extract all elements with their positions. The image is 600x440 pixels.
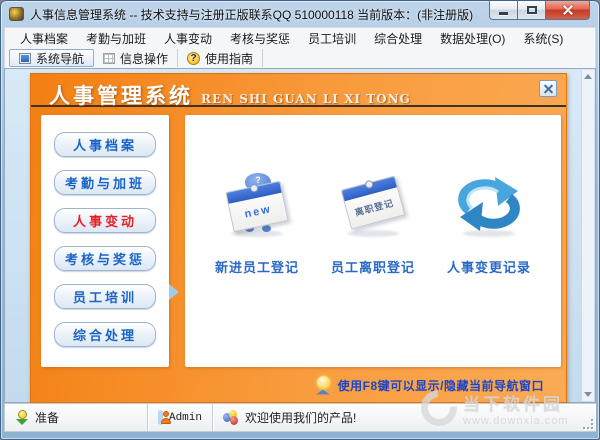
panel-header: 人事管理系统 REN SHI GUAN LI XI TONG [31,74,566,108]
status-user-name: Admin [168,411,202,424]
close-icon [562,4,574,16]
caption-buttons [489,1,590,20]
panel-subtitle: REN SHI GUAN LI XI TONG [201,92,411,106]
active-item-arrow-icon [169,284,179,300]
resignation-icon: 离职登记 [337,173,409,237]
maximize-button[interactable] [518,1,545,20]
change-record-cycle-icon [453,173,525,237]
status-user-section: Admin [148,404,213,431]
resize-grip[interactable] [581,417,593,429]
sidebar: 人事档案 考勤与加班 人事变动 考核与奖惩 员工培训 综合处理 [41,115,169,367]
menu-item-assessment-rewards[interactable]: 考核与奖惩 [221,28,299,49]
ready-icon [15,410,29,425]
system-navigation-label: 系统导航 [36,51,85,66]
item-label: 员工离职登记 [330,260,415,275]
arrow-up-icon [584,74,592,79]
menu-bar: 人事档案 考勤与加班 人事变动 考核与奖惩 员工培训 综合处理 数据处理(O) … [4,27,596,48]
panel-title: 人事管理系统 [49,83,193,108]
sidebar-item-employee-training[interactable]: 员工培训 [54,284,156,309]
menu-item-system[interactable]: 系统(S) [514,28,572,49]
minimize-icon [499,12,508,15]
f8-tip-text: 使用F8键可以显示/隐藏当前导航窗口 [337,379,544,393]
arrow-down-icon [584,392,592,397]
user-guide-label: 使用指南 [205,51,254,66]
mdi-client-area: 人事管理系统 REN SHI GUAN LI XI TONG 人事档案 考勤与加… [4,68,596,403]
sidebar-item-comprehensive-processing[interactable]: 综合处理 [54,322,156,347]
info-operation-label: 信息操作 [120,51,169,66]
status-welcome-text: 欢迎使用我们的产品! [245,411,357,425]
sidebar-item-personnel-changes[interactable]: 人事变动 [54,208,156,233]
menu-item-comprehensive-processing[interactable]: 综合处理 [365,28,431,49]
scroll-up-button[interactable] [582,70,594,83]
sidebar-item-hr-archives[interactable]: 人事档案 [54,132,156,157]
status-ready-section: 准备 [5,404,148,431]
menu-item-employee-training[interactable]: 员工培训 [299,28,365,49]
item-label: 新进员工登记 [214,260,299,275]
f8-tip: 使用F8键可以显示/隐藏当前导航窗口 [315,376,544,395]
new-employee-icon: ? new [221,173,293,237]
item-personnel-change-records[interactable]: 人事变更记录 [434,173,544,276]
menu-item-personnel-changes[interactable]: 人事变动 [155,28,221,49]
app-window: 人事信息管理系统 -- 技术支持与注册正版联系QQ 510000118 当前版本… [0,0,600,440]
lightbulb-icon [315,376,331,395]
item-label: 人事变更记录 [446,260,531,275]
system-navigation-button[interactable]: 系统导航 [9,49,95,67]
navigation-icon [19,52,31,64]
user-guide-button[interactable]: ? 使用指南 [178,49,264,67]
status-welcome-section: 欢迎使用我们的产品! [213,404,595,431]
minimize-button[interactable] [489,1,518,20]
toolbar: 系统导航 信息操作 ? 使用指南 [4,48,596,68]
content-panel: ? new 新进员工登记 离职登记 员工离职登记 人事变更记录 [185,115,561,367]
item-new-employee-registration[interactable]: ? new 新进员工登记 [202,173,312,276]
panel-close-button[interactable] [539,80,557,97]
status-ready-text: 准备 [35,411,60,425]
menu-item-attendance-overtime[interactable]: 考勤与加班 [77,28,155,49]
close-button[interactable] [545,1,590,20]
app-icon [9,7,24,21]
vertical-scrollbar[interactable] [581,70,594,401]
window-title: 人事信息管理系统 -- 技术支持与注册正版联系QQ 510000118 当前版本… [30,7,474,22]
info-operation-button[interactable]: 信息操作 [94,49,179,67]
scroll-down-button[interactable] [582,388,594,401]
balloons-icon [223,410,239,425]
grid-icon [103,52,116,64]
help-icon: ? [187,51,201,65]
menu-item-hr-archives[interactable]: 人事档案 [11,28,77,49]
user-icon [158,410,171,425]
sidebar-item-assessment-rewards[interactable]: 考核与奖惩 [54,246,156,271]
navigation-panel: 人事管理系统 REN SHI GUAN LI XI TONG 人事档案 考勤与加… [30,73,567,403]
item-employee-resignation-registration[interactable]: 离职登记 员工离职登记 [318,173,428,276]
sidebar-item-attendance-overtime[interactable]: 考勤与加班 [54,170,156,195]
maximize-icon [526,6,537,14]
status-bar: 准备 Admin 欢迎使用我们的产品! [4,403,596,432]
menu-item-data-processing[interactable]: 数据处理(O) [431,28,514,49]
